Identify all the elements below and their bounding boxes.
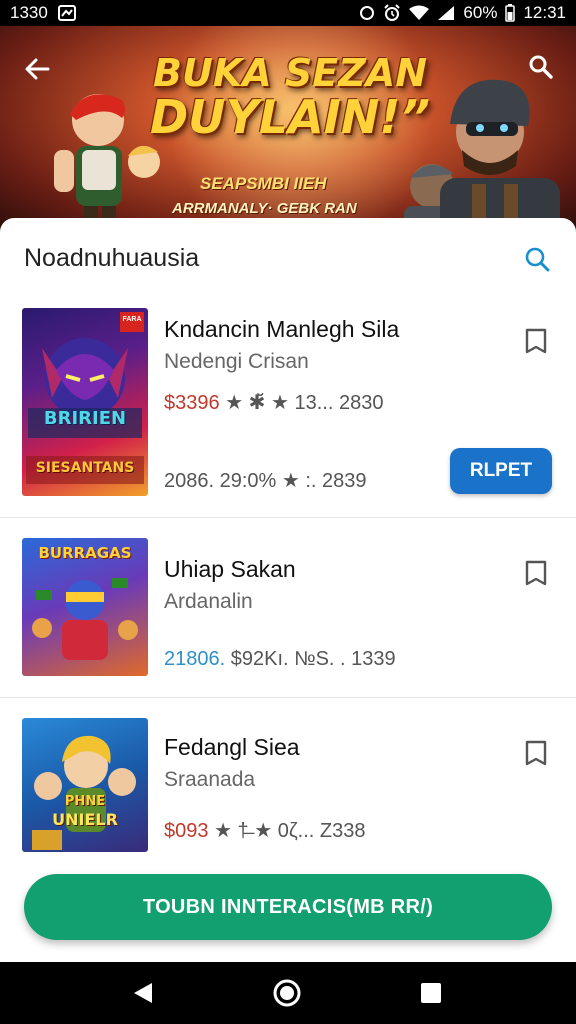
card-meta: 21806. $92Kı. №S. . 1339 (164, 648, 396, 671)
card-meta: $3396 ★ ✱̆ ★ 13... 2830 (164, 390, 383, 415)
page-title: Noadnuhuausia (24, 244, 200, 272)
list-item[interactable]: BRIRIEN SIESANTANS FARA Kndancin Manlegh… (0, 308, 576, 518)
status-bar: 1330 60% 12:31 (0, 0, 576, 26)
card-title: Fedangl Siea (164, 734, 300, 760)
card-title: Uhiap Sakan (164, 556, 296, 582)
nav-home-icon (273, 979, 301, 1007)
divider (0, 517, 576, 518)
back-arrow-icon (25, 58, 50, 80)
card-subtitle: Ardanalin (164, 590, 253, 613)
card-price: 21806. (164, 648, 226, 670)
game-thumbnail: PHNE UNIELR (22, 718, 148, 852)
card-price: $3396 (164, 392, 220, 414)
card-subtitle: Sraanada (164, 768, 256, 791)
banner-search-button[interactable] (524, 50, 558, 84)
nav-recents-button[interactable] (414, 976, 448, 1010)
alarm-icon (383, 4, 401, 22)
thumbnail-badge: FARA (122, 316, 142, 323)
card-meta: $093 ★ †̶ ★ 0ζ... Z338 (164, 818, 365, 843)
thumbnail-subtitle: SIESANTANS (35, 460, 135, 476)
game-thumbnail: BURRAGAS (22, 538, 148, 676)
list-item[interactable]: PHNE UNIELR Fedangl Siea Sraanada $093 ★… (0, 718, 576, 858)
install-button[interactable]: RLPET (450, 448, 552, 494)
game-thumbnail: BRIRIEN SIESANTANS FARA (22, 308, 148, 496)
card-price: $093 (164, 820, 209, 842)
content-sheet: Noadnuhuausia BRIRIEN SIESANTANS FARA Kn… (0, 218, 576, 962)
thumbnail-title: BRIRIEN (43, 408, 127, 429)
thumbnail-subtitle: UNIELR (52, 810, 118, 829)
list-item[interactable]: BURRAGAS Uhiap Sakan Ardanalin 21806. $9… (0, 538, 576, 698)
primary-cta-button[interactable]: TOUBN INNTERACIS(MB RR/) (24, 874, 552, 940)
nav-back-button[interactable] (126, 976, 160, 1010)
signal-icon (437, 5, 455, 21)
nav-home-button[interactable] (270, 976, 304, 1010)
card-title: Kndancin Manlegh Sila (164, 316, 400, 342)
back-button[interactable] (20, 52, 54, 86)
bookmark-icon (525, 328, 547, 354)
bookmark-button[interactable] (522, 738, 550, 768)
search-button[interactable] (520, 242, 554, 276)
search-icon (525, 247, 550, 272)
search-icon (529, 55, 553, 79)
bookmark-button[interactable] (522, 326, 550, 356)
thumbnail-title: PHNE (64, 794, 106, 809)
hero-banner: BUKA SEZAN DUYLAIN!” SEAPSMBI IIEH ARRMA… (0, 26, 576, 232)
thumbnail-title: BURRAGAS (38, 544, 132, 562)
nav-recents-icon (421, 983, 441, 1003)
nav-back-icon (134, 983, 152, 1003)
bookmark-icon (525, 560, 547, 586)
divider (0, 697, 576, 698)
card-rating: ★ †̶ ★ 0ζ... Z338 (214, 820, 366, 842)
status-time-left: 1330 (10, 3, 48, 22)
battery-percent: 60% (463, 3, 498, 22)
wifi-icon (409, 5, 430, 21)
card-rating: ★ ✱̆ ★ 13... 2830 (225, 392, 384, 414)
banner-tagline: ARRMANALY· GEBK RAN (172, 200, 357, 217)
notification-icon (57, 5, 76, 21)
bookmark-button[interactable] (522, 558, 550, 588)
hero-character-right (404, 79, 560, 232)
banner-subtitle: SEAPSMBI IIEH (200, 174, 327, 193)
battery-icon (505, 4, 516, 22)
cast-icon (359, 5, 375, 21)
system-nav-bar (0, 962, 576, 1024)
card-subtitle: Nedengi Crisan (164, 350, 309, 373)
status-time-right: 12:31 (523, 3, 566, 22)
card-rating: $92Kı. №S. . 1339 (230, 648, 396, 670)
card-stats: 2086. 29:0% ★ :. 2839 (164, 470, 367, 492)
bookmark-icon (525, 740, 547, 766)
